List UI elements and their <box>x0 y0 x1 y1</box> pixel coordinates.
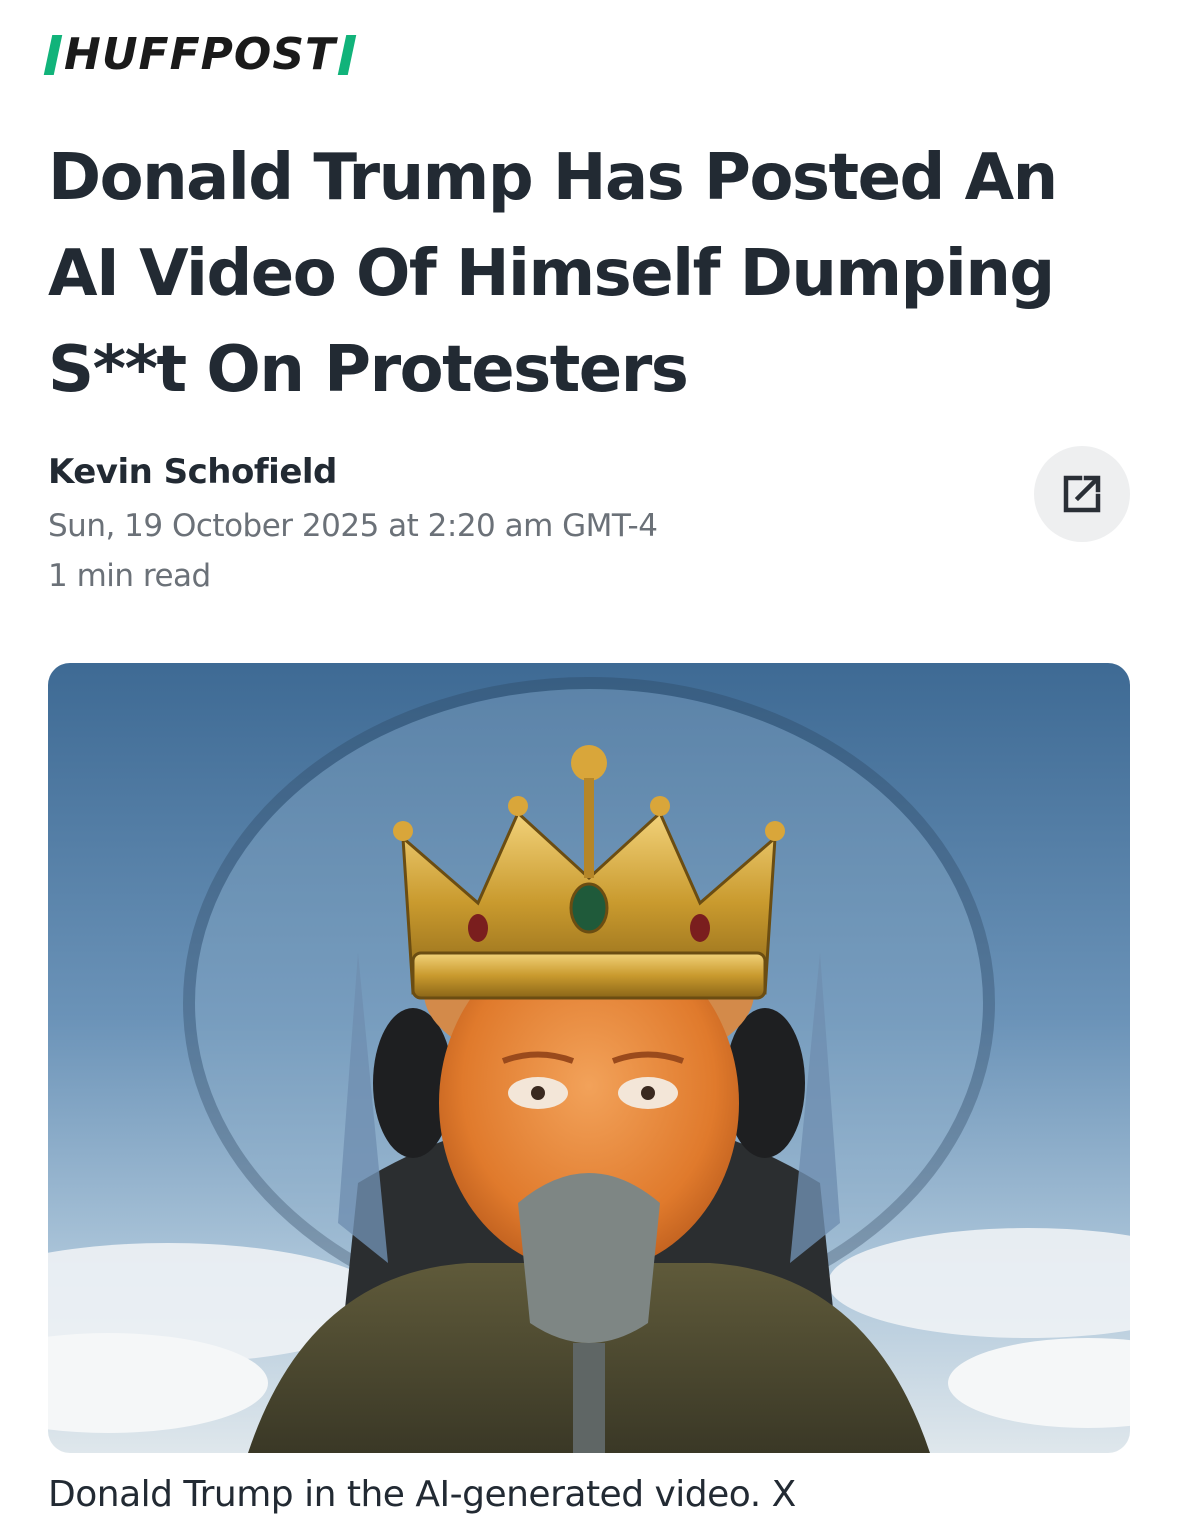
publish-date: Sun, 19 October 2025 at 2:20 am GMT-4 <box>48 508 658 544</box>
huffpost-logo[interactable]: HUFFPOST <box>43 29 357 80</box>
external-link-icon <box>1063 475 1101 513</box>
author-name[interactable]: Kevin Schofield <box>48 452 337 492</box>
logo-right-bar <box>337 35 357 75</box>
article-headline: Donald Trump Has Posted An AI Video Of H… <box>48 141 1058 407</box>
logo-wordmark: HUFFPOST <box>64 29 337 80</box>
logo-left-bar <box>43 35 63 75</box>
read-time: 1 min read <box>48 558 211 594</box>
article-hero-image[interactable] <box>48 663 1130 1453</box>
hero-illustration <box>48 663 1130 1453</box>
share-button[interactable] <box>1034 446 1130 542</box>
image-caption: Donald Trump in the AI-generated video. … <box>48 1474 796 1515</box>
